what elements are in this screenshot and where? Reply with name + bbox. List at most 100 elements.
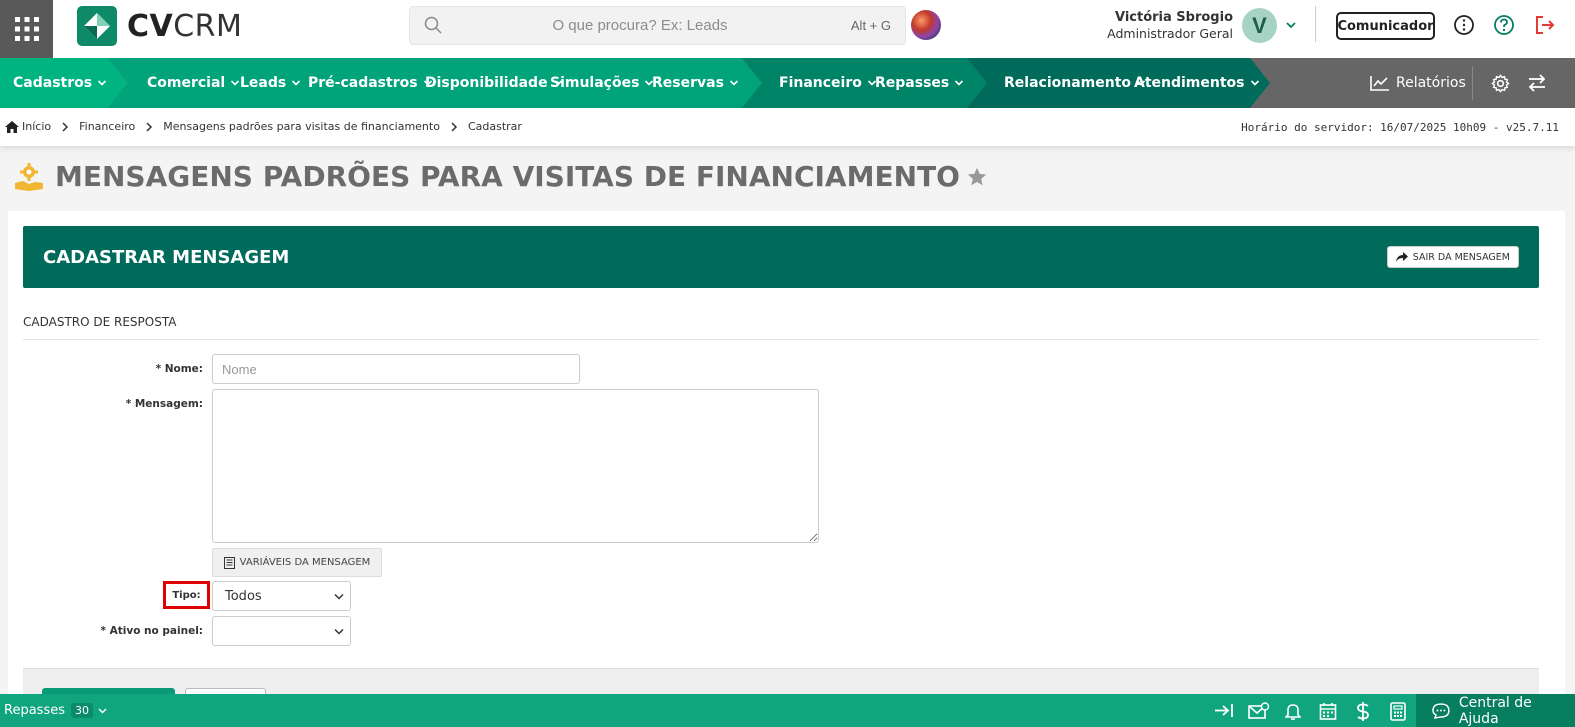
chevron-down-icon <box>955 80 964 86</box>
chevron-down-icon <box>1250 80 1259 86</box>
nav-relacionamento[interactable]: Relacionamento <box>1004 58 1146 108</box>
nav-comercial[interactable]: Comercial <box>147 58 240 108</box>
breadcrumb-item[interactable]: Início <box>22 120 51 133</box>
nav-label: Disponibilidade <box>425 75 548 91</box>
card-header: CADASTRAR MENSAGEM SAIR DA MENSAGEM <box>23 226 1539 288</box>
tipo-label: Tipo: <box>163 581 210 609</box>
apps-grid-icon <box>14 17 39 41</box>
nav-divider <box>1472 66 1473 100</box>
page-title: MENSAGENS PADRÕES PARA VISITAS DE FINANC… <box>55 160 960 193</box>
user-role: Administrador Geral <box>1107 26 1233 41</box>
form-actions <box>23 668 1539 698</box>
calculator-icon[interactable] <box>1390 702 1406 721</box>
breadcrumb-item[interactable]: Mensagens padrões para visitas de financ… <box>163 120 440 133</box>
chevron-right-icon <box>146 121 153 132</box>
calendar-icon[interactable] <box>1319 702 1337 720</box>
chevron-right-icon <box>451 121 458 132</box>
nav-leads[interactable]: Leads <box>240 58 301 108</box>
search-input[interactable] <box>450 7 830 44</box>
footer-module-label: Repasses <box>4 703 65 718</box>
nav-label: Pré-cadastros <box>308 75 418 91</box>
chevron-right-icon <box>62 121 69 132</box>
chevron-down-icon <box>334 593 344 600</box>
ativo-painel-select[interactable] <box>212 616 351 646</box>
nav-label: Repasses <box>875 75 950 91</box>
global-search[interactable]: Alt + G <box>409 6 906 45</box>
help-center-button[interactable]: Central de Ajuda <box>1416 694 1575 727</box>
nav-repasses[interactable]: Repasses <box>875 58 964 108</box>
cvcrm-logo-icon <box>77 6 117 46</box>
main-nav: Cadastros Comercial Leads Pré-cadastros … <box>0 58 1575 108</box>
home-icon <box>5 120 19 133</box>
nav-disponibilidade[interactable]: Disponibilidade <box>425 58 563 108</box>
nav-label: Financeiro <box>779 75 862 91</box>
server-time: Horário do servidor: 16/07/2025 10h09 - … <box>1241 121 1559 134</box>
chevron-down-icon[interactable] <box>1285 19 1297 31</box>
nav-relatorios[interactable]: Relatórios <box>1370 58 1466 108</box>
logout-icon[interactable] <box>1534 14 1556 36</box>
exit-label: SAIR DA MENSAGEM <box>1412 251 1510 263</box>
nome-input[interactable] <box>212 354 580 384</box>
tipo-selected-value: Todos <box>225 588 262 604</box>
info-icon[interactable] <box>1453 14 1475 36</box>
avatar[interactable]: V <box>1242 8 1277 43</box>
breadcrumb: Início Financeiro Mensagens padrões para… <box>5 120 522 133</box>
search-shortcut: Alt + G <box>850 18 891 33</box>
user-info[interactable]: Victória Sbrogio Administrador Geral <box>1100 10 1233 41</box>
breadcrumb-item-current: Cadastrar <box>467 120 522 133</box>
collapse-right-icon[interactable] <box>1214 702 1234 719</box>
nav-label: Comercial <box>147 75 226 91</box>
footer-bar: Repasses 30 Central de Ajuda <box>0 694 1575 727</box>
nome-label: * Nome: <box>155 363 203 375</box>
mensagem-label: * Mensagem: <box>125 398 203 410</box>
app-grid-button[interactable] <box>0 0 53 58</box>
nav-label: Cadastros <box>13 75 93 91</box>
mail-settings-icon[interactable] <box>1248 702 1270 720</box>
message-variables-button[interactable]: VARIÁVEIS DA MENSAGEM <box>212 548 382 577</box>
card-title: CADASTRAR MENSAGEM <box>43 247 290 268</box>
breadcrumb-item[interactable]: Financeiro <box>79 120 135 133</box>
help-icon[interactable] <box>1493 14 1515 36</box>
nav-simulacoes[interactable]: Simulações <box>550 58 654 108</box>
exit-message-button[interactable]: SAIR DA MENSAGEM <box>1386 246 1519 268</box>
chevron-down-icon <box>231 80 240 86</box>
nav-cadastros[interactable]: Cadastros <box>13 58 107 108</box>
header-divider <box>1315 6 1316 42</box>
nav-label: Relatórios <box>1396 75 1466 91</box>
share-arrow-icon <box>1395 252 1408 262</box>
dollar-icon[interactable] <box>1356 702 1370 721</box>
cvcrm-logo[interactable]: CVCRM <box>77 5 242 47</box>
search-icon <box>424 16 442 34</box>
logo-light: CRM <box>173 8 243 44</box>
variables-label: VARIÁVEIS DA MENSAGEM <box>239 557 371 568</box>
logo-text: CVCRM <box>127 9 242 44</box>
gear-icon[interactable] <box>1491 74 1510 93</box>
section-title: CADASTRO DE RESPOSTA <box>23 315 1539 340</box>
user-name: Victória Sbrogio <box>1114 10 1233 25</box>
form-card: CADASTRAR MENSAGEM SAIR DA MENSAGEM CADA… <box>8 211 1565 698</box>
nav-reservas[interactable]: Reservas <box>652 58 739 108</box>
nav-atendimentos[interactable]: Atendimentos <box>1134 58 1260 108</box>
page-header: MENSAGENS PADRÕES PARA VISITAS DE FINANC… <box>13 160 988 193</box>
chat-bubble-icon <box>1432 702 1450 719</box>
chevron-down-icon <box>98 708 107 713</box>
nav-financeiro[interactable]: Financeiro <box>779 58 877 108</box>
breadcrumb-bar: Início Financeiro Mensagens padrões para… <box>0 108 1575 146</box>
comunicador-button[interactable]: Comunicador <box>1336 12 1435 40</box>
tipo-select[interactable]: Todos <box>212 581 351 611</box>
nav-label: Atendimentos <box>1134 75 1245 91</box>
chart-line-icon <box>1370 76 1389 91</box>
assistant-orb-icon[interactable] <box>911 10 941 40</box>
footer-module-count: 30 <box>70 703 93 718</box>
footer-module-switch[interactable]: Repasses 30 <box>4 703 107 718</box>
swap-arrows-icon[interactable] <box>1527 73 1547 93</box>
bell-icon[interactable] <box>1285 702 1301 720</box>
nav-label: Leads <box>240 75 287 91</box>
chevron-down-icon <box>729 80 738 86</box>
star-icon[interactable] <box>966 166 988 188</box>
nav-pre-cadastros[interactable]: Pré-cadastros <box>308 58 433 108</box>
nav-label: Reservas <box>652 75 724 91</box>
hand-gear-icon <box>15 162 43 191</box>
mensagem-textarea[interactable] <box>212 389 819 543</box>
nav-label: Relacionamento <box>1004 75 1132 91</box>
